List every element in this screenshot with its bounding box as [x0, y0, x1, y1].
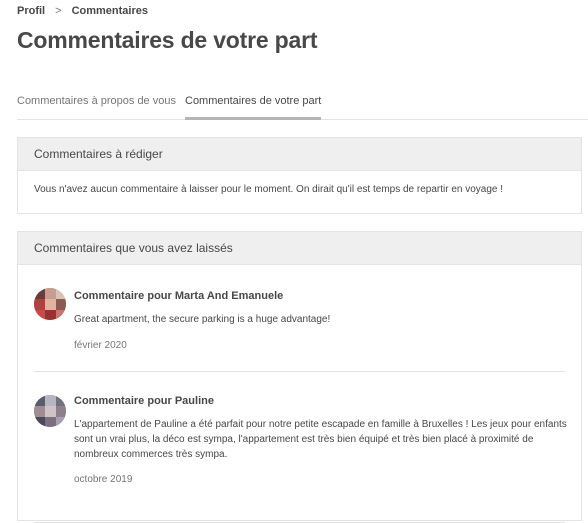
tab-reviews-about-you[interactable]: Commentaires à propos de vous [17, 94, 176, 118]
review-date: février 2020 [74, 340, 127, 351]
page: Profil > Commentaires Commentaires de vo… [0, 0, 588, 523]
review-text: Great apartment, the secure parking is a… [74, 314, 331, 325]
breadcrumb-profile-link[interactable]: Profil [17, 5, 45, 17]
review-title: Commentaire pour Pauline [74, 395, 214, 407]
avatar[interactable] [34, 288, 66, 320]
review-title: Commentaire pour Marta And Emanuele [74, 290, 284, 302]
review-text: L'appartement de Pauline a été parfait p… [74, 419, 567, 460]
reviews-left-panel: Commentaires que vous avez laissés Comme… [17, 231, 582, 523]
reviews-to-write-panel: Commentaires à rédiger Vous n'avez aucun… [17, 137, 582, 214]
breadcrumb-separator: > [55, 5, 62, 17]
reviews-left-list: Commentaire pour Marta And Emanuele Grea… [18, 265, 581, 523]
reviews-to-write-message: Vous n'avez aucun commentaire à laisser … [34, 184, 504, 195]
reviews-left-header: Commentaires que vous avez laissés [18, 232, 581, 265]
review-item: Commentaire pour Marta And Emanuele Grea… [34, 265, 565, 372]
reviews-to-write-header: Commentaires à rédiger [18, 138, 581, 171]
breadcrumb: Profil > Commentaires [17, 5, 148, 17]
review-date: octobre 2019 [74, 474, 133, 485]
review-item: Commentaire pour Pauline L'appartement d… [34, 372, 567, 523]
avatar[interactable] [34, 395, 66, 427]
breadcrumb-current: Commentaires [71, 5, 148, 17]
avatar-image [34, 288, 66, 320]
avatar-image [34, 395, 66, 427]
tab-bar: Commentaires à propos de vous Commentair… [17, 94, 588, 120]
page-title: Commentaires de votre part [17, 27, 318, 53]
tab-reviews-by-you[interactable]: Commentaires de votre part [185, 94, 322, 120]
